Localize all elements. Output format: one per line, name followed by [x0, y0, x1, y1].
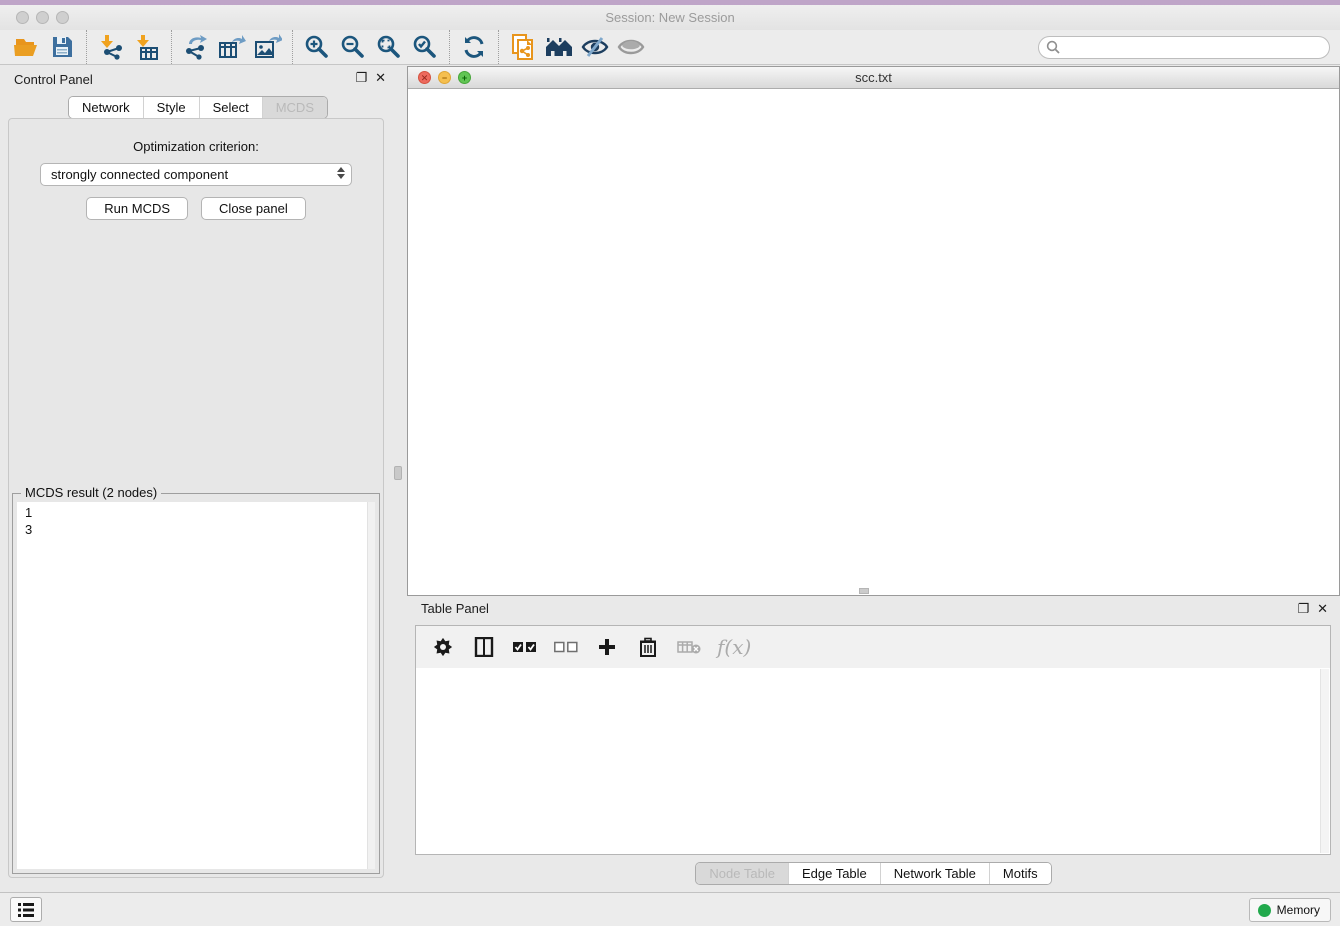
mcds-result-text[interactable]: 1 3: [17, 502, 375, 869]
import-network-icon[interactable]: [93, 31, 129, 63]
run-mcds-button[interactable]: Run MCDS: [86, 197, 188, 220]
select-all-icon[interactable]: [512, 634, 538, 660]
task-history-button[interactable]: [10, 897, 42, 922]
search-icon: [1046, 40, 1060, 54]
network-canvas[interactable]: [408, 89, 1339, 595]
network-window-title: scc.txt: [408, 67, 1339, 89]
control-panel: Control Panel ❐ ✕ NetworkStyleSelectMCDS…: [0, 65, 396, 880]
mcds-panel: Optimization criterion: strongly connect…: [8, 118, 384, 878]
network-h-scrollbar[interactable]: [859, 588, 869, 594]
zoom-fit-icon[interactable]: [371, 31, 407, 63]
maximize-window-button[interactable]: [56, 11, 69, 24]
zoom-in-icon[interactable]: [299, 31, 335, 63]
float-panel-icon[interactable]: ❐: [355, 71, 367, 85]
zoom-selected-icon[interactable]: [407, 31, 443, 63]
import-table-icon[interactable]: [129, 31, 165, 63]
network-maximize-button[interactable]: +: [458, 71, 471, 84]
network-window-titlebar[interactable]: ✕ − + scc.txt: [408, 67, 1339, 89]
home-icon[interactable]: [541, 31, 577, 63]
close-panel-icon[interactable]: ✕: [1317, 602, 1328, 616]
control-panel-scrollbar[interactable]: [394, 466, 402, 480]
memory-status-icon: [1258, 904, 1271, 917]
toolbar-separator: [171, 30, 172, 64]
tab-mcds[interactable]: MCDS: [262, 97, 327, 118]
optimization-value: strongly connected component: [51, 167, 228, 182]
float-panel-icon[interactable]: ❐: [1297, 602, 1309, 616]
column-icon[interactable]: [471, 634, 497, 660]
select-stepper-icon: [337, 167, 345, 179]
table-scrollbar[interactable]: [1320, 669, 1329, 853]
network-close-button[interactable]: ✕: [418, 71, 431, 84]
titlebar: Session: New Session: [0, 5, 1340, 30]
optimization-label: Optimization criterion:: [9, 139, 383, 154]
control-panel-tabs: NetworkStyleSelectMCDS: [0, 96, 396, 119]
clone-network-icon[interactable]: [505, 31, 541, 63]
close-panel-icon[interactable]: ✕: [375, 71, 386, 85]
toolbar-separator: [292, 30, 293, 64]
toolbar-separator: [498, 30, 499, 64]
gear-icon[interactable]: [430, 634, 456, 660]
optimization-select[interactable]: strongly connected component: [40, 163, 352, 186]
hide-selected-icon[interactable]: [577, 31, 613, 63]
main-toolbar: [0, 30, 1340, 65]
status-bar: Memory: [0, 892, 1340, 926]
tab-network-table[interactable]: Network Table: [880, 863, 989, 884]
table-toolbar: f(x): [416, 626, 1330, 668]
export-network-icon[interactable]: [178, 31, 214, 63]
tab-select[interactable]: Select: [199, 97, 262, 118]
mcds-result-title: MCDS result (2 nodes): [21, 485, 161, 500]
table-panel: Table Panel ❐ ✕: [407, 596, 1340, 892]
save-session-icon[interactable]: [44, 31, 80, 63]
tab-network[interactable]: Network: [69, 97, 143, 118]
node-table-container: f(x): [415, 625, 1331, 855]
refresh-icon[interactable]: [456, 31, 492, 63]
zoom-out-icon[interactable]: [335, 31, 371, 63]
unselect-all-icon[interactable]: [553, 634, 579, 660]
close-window-button[interactable]: [16, 11, 29, 24]
table-panel-title: Table Panel: [421, 601, 489, 616]
window-title: Session: New Session: [0, 5, 1340, 30]
show-graphics-icon[interactable]: [613, 31, 649, 63]
toolbar-separator: [86, 30, 87, 64]
control-panel-title: Control Panel: [14, 72, 93, 87]
mcds-result-group: MCDS result (2 nodes) 1 3: [12, 493, 380, 874]
table-tabs: Node TableEdge TableNetwork TableMotifs: [407, 862, 1340, 885]
function-builder-icon[interactable]: f(x): [717, 635, 751, 659]
result-scrollbar[interactable]: [367, 502, 375, 869]
tab-motifs[interactable]: Motifs: [989, 863, 1051, 884]
export-table-icon[interactable]: [214, 31, 250, 63]
toolbar-separator: [449, 30, 450, 64]
delete-icon[interactable]: [635, 634, 661, 660]
open-session-icon[interactable]: [8, 31, 44, 63]
network-minimize-button[interactable]: −: [438, 71, 451, 84]
list-icon: [17, 902, 35, 918]
memory-label: Memory: [1277, 903, 1320, 917]
tab-style[interactable]: Style: [143, 97, 199, 118]
app-window: Session: New Session: [0, 0, 1340, 926]
network-view-window: ✕ − + scc.txt: [407, 66, 1340, 596]
add-icon[interactable]: [594, 634, 620, 660]
memory-button[interactable]: Memory: [1249, 898, 1331, 922]
search-input[interactable]: [1038, 36, 1330, 59]
export-image-icon[interactable]: [250, 31, 286, 63]
table-header-row: [416, 668, 1330, 689]
tab-edge-table[interactable]: Edge Table: [788, 863, 880, 884]
tab-node-table[interactable]: Node Table: [696, 863, 788, 884]
minimize-window-button[interactable]: [36, 11, 49, 24]
close-panel-button[interactable]: Close panel: [201, 197, 306, 220]
delete-table-icon[interactable]: [676, 634, 702, 660]
